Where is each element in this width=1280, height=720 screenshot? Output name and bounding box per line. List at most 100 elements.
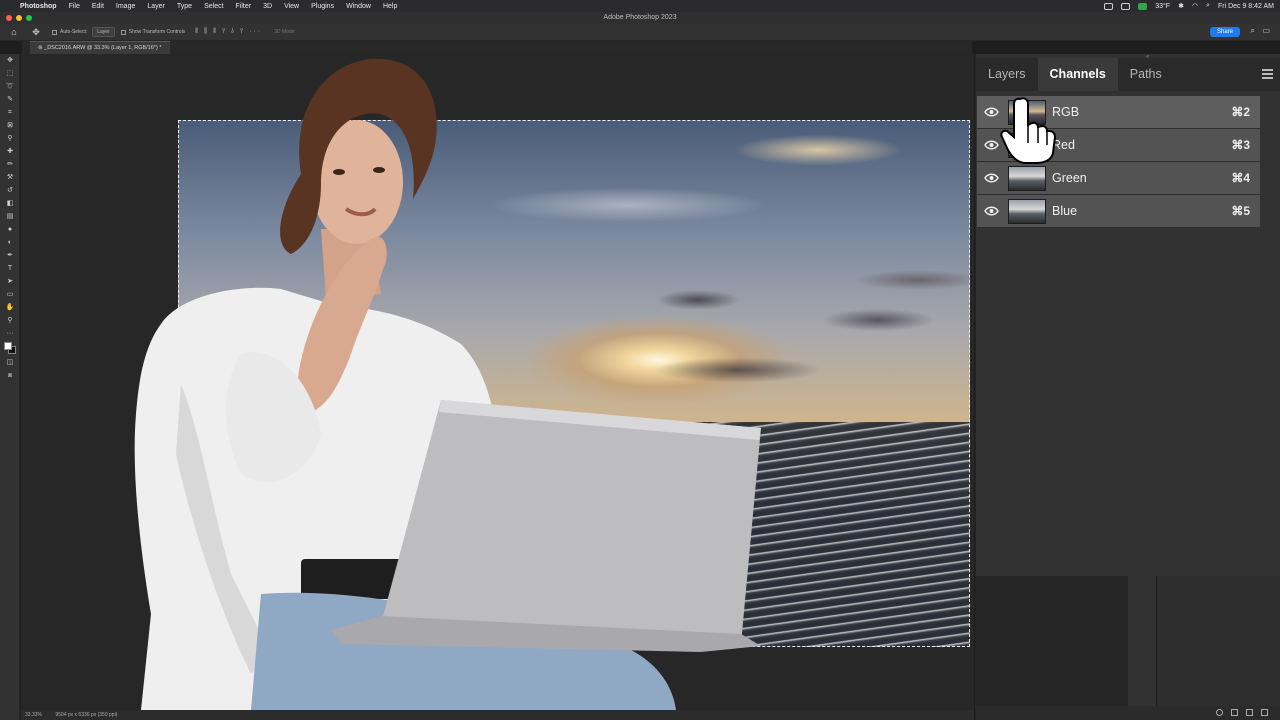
brush-tool-icon[interactable]: ✏	[0, 158, 20, 171]
status-bar: 33.33% 9504 px x 6336 px (350 ppi)	[21, 710, 974, 720]
healing-brush-tool-icon[interactable]: ✚	[0, 145, 20, 158]
menu-3d[interactable]: 3D	[257, 3, 278, 10]
marquee-tool-icon[interactable]: ⬚	[0, 67, 20, 80]
transform-controls-checkbox[interactable]	[120, 29, 126, 35]
photoshop-window: Photoshop File Edit Image Layer Type Sel…	[0, 0, 1280, 720]
visibility-eye-icon[interactable]	[984, 206, 999, 216]
tab-paths[interactable]: Paths	[1118, 58, 1174, 91]
zoom-level[interactable]: 33.33%	[25, 712, 42, 718]
panel-tabs: Layers Channels Paths	[976, 58, 1280, 91]
menu-window[interactable]: Window	[340, 3, 377, 10]
pen-tool-icon[interactable]: ✒	[0, 249, 20, 262]
eraser-tool-icon[interactable]: ◧	[0, 197, 20, 210]
channel-row-blue[interactable]: Blue ⌘5	[977, 195, 1260, 228]
path-selection-tool-icon[interactable]: ➤	[0, 275, 20, 288]
document-tab[interactable]: ⊗ _DSC2016.ARW @ 33.3% (Layer 1, RGB/16*…	[30, 41, 170, 54]
delete-channel-icon[interactable]	[1261, 709, 1268, 716]
empty-panel-dock	[1156, 576, 1280, 706]
menu-view[interactable]: View	[278, 3, 305, 10]
channel-row-green[interactable]: Green ⌘4	[977, 162, 1260, 195]
color-swatches[interactable]	[0, 340, 20, 356]
search-icon[interactable]: ⌕	[1206, 2, 1210, 10]
share-button[interactable]: Share	[1209, 27, 1240, 37]
menu-app-name[interactable]: Photoshop	[14, 3, 63, 10]
menu-file[interactable]: File	[63, 3, 86, 10]
auto-select-checkbox[interactable]	[52, 29, 57, 35]
zoom-tool-icon[interactable]: ⚲	[0, 314, 20, 327]
tools-panel: ✥ ⬚ ➰ ✎ ⌗ ⊠ ⚲ ✚ ✏ ⚒ ↺ ◧ ▤ ● ◐ ✒ T ➤ ▭ ✋ …	[0, 54, 20, 720]
move-tool-preset-icon[interactable]: ✥	[26, 27, 46, 38]
screen-mode-icon[interactable]: ⧈	[0, 369, 20, 382]
channel-name: Green	[1052, 171, 1087, 185]
hand-tool-icon[interactable]: ✋	[0, 301, 20, 314]
foreground-color-swatch[interactable]	[4, 342, 12, 350]
menu-plugins[interactable]: Plugins	[305, 3, 340, 10]
rectangle-tool-icon[interactable]: ▭	[0, 288, 20, 301]
wifi-icon[interactable]: ◠	[1192, 2, 1198, 10]
quick-mask-icon[interactable]: ◫	[0, 356, 20, 369]
visibility-eye-icon[interactable]	[984, 107, 999, 117]
channel-name: Blue	[1052, 204, 1078, 218]
move-tool-icon[interactable]: ✥	[0, 54, 20, 67]
gradient-tool-icon[interactable]: ▤	[0, 210, 20, 223]
channel-shortcut: ⌘5	[1231, 204, 1250, 218]
tab-channels[interactable]: Channels	[1037, 58, 1118, 91]
channel-shortcut: ⌘3	[1231, 138, 1250, 152]
save-selection-icon[interactable]	[1231, 709, 1238, 716]
align-buttons[interactable]: ⫴ ⫼ ⫴ ⫯ ⫰ ⫯ ···	[195, 28, 262, 36]
3d-mode-label: 3D Mode:	[274, 29, 296, 35]
load-selection-icon[interactable]	[1216, 709, 1223, 716]
type-tool-icon[interactable]: T	[0, 262, 20, 275]
dodge-tool-icon[interactable]: ◐	[0, 236, 20, 249]
bluetooth-icon[interactable]: ✱	[1178, 2, 1184, 10]
frame-tool-icon[interactable]: ⊠	[0, 119, 20, 132]
eyedropper-tool-icon[interactable]: ⚲	[0, 132, 20, 145]
menu-filter[interactable]: Filter	[230, 3, 258, 10]
blur-tool-icon[interactable]: ●	[0, 223, 20, 236]
right-eye	[373, 167, 385, 173]
home-icon[interactable]: ⌂	[8, 27, 20, 37]
window-titlebar: Adobe Photoshop 2023	[0, 12, 1280, 24]
crop-tool-icon[interactable]: ⌗	[0, 106, 20, 119]
auto-select-dropdown[interactable]: Layer	[92, 27, 115, 37]
menu-select[interactable]: Select	[198, 3, 229, 10]
menu-image[interactable]: Image	[110, 3, 141, 10]
more-tools-icon[interactable]: ···	[0, 327, 20, 340]
options-bar: ⌂ ✥ Auto-Select: Layer Show Transform Co…	[0, 24, 1280, 41]
auto-select-label: Auto-Select:	[60, 29, 88, 35]
search-icon[interactable]: ⌕	[1251, 26, 1255, 36]
quick-select-tool-icon[interactable]: ✎	[0, 93, 20, 106]
creative-cloud-icon[interactable]	[1121, 2, 1131, 10]
pointing-hand-cursor-icon	[1000, 97, 1057, 164]
panel-menu-icon[interactable]	[1262, 69, 1273, 81]
app-status-icon[interactable]	[1138, 2, 1148, 10]
panel-footer	[976, 706, 1280, 720]
visibility-eye-icon[interactable]	[984, 173, 999, 183]
screen-record-icon[interactable]	[1104, 2, 1114, 10]
document-tab-bar: ⊗ _DSC2016.ARW @ 33.3% (Layer 1, RGB/16*…	[22, 41, 972, 54]
channel-shortcut: ⌘2	[1231, 105, 1250, 119]
lasso-tool-icon[interactable]: ➰	[0, 80, 20, 93]
left-eye	[333, 169, 345, 175]
tab-layers[interactable]: Layers	[976, 58, 1038, 91]
laptop	[331, 400, 761, 652]
document-tab-title: _DSC2016.ARW @ 33.3% (Layer 1, RGB/16*) …	[44, 45, 162, 51]
document-canvas[interactable]	[21, 54, 974, 710]
new-channel-icon[interactable]	[1246, 709, 1253, 716]
empty-panel-area	[976, 576, 1128, 706]
visibility-eye-icon[interactable]	[984, 140, 999, 150]
clone-stamp-tool-icon[interactable]: ⚒	[0, 171, 20, 184]
macos-menubar: Photoshop File Edit Image Layer Type Sel…	[0, 0, 1280, 12]
menu-help[interactable]: Help	[377, 3, 403, 10]
menu-layer[interactable]: Layer	[141, 3, 171, 10]
history-brush-tool-icon[interactable]: ↺	[0, 184, 20, 197]
menu-edit[interactable]: Edit	[86, 3, 110, 10]
channel-shortcut: ⌘4	[1231, 171, 1250, 185]
workspace-icon[interactable]: ▭	[1262, 26, 1270, 35]
status-menus: 33°F ✱ ◠ ⌕ Fri Dec 9 8:42 AM	[1104, 0, 1274, 12]
menubar-clock[interactable]: Fri Dec 9 8:42 AM	[1218, 3, 1274, 10]
menu-type[interactable]: Type	[171, 3, 198, 10]
window-title: Adobe Photoshop 2023	[603, 14, 677, 21]
weather-temperature[interactable]: 33°F	[1155, 3, 1170, 10]
channel-thumbnail	[1008, 199, 1046, 224]
